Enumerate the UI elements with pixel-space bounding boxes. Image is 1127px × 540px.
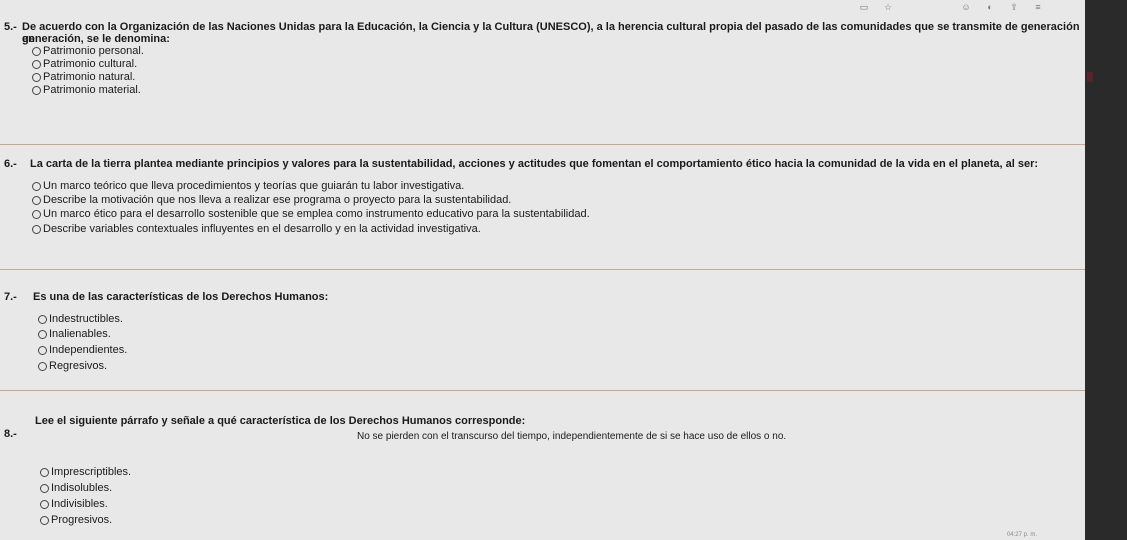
- option[interactable]: Indivisibles.: [40, 498, 108, 511]
- share-icon[interactable]: ⇧: [1009, 2, 1019, 13]
- star-icon[interactable]: ☆: [883, 2, 893, 13]
- option[interactable]: Un marco teórico que lleva procedimiento…: [32, 180, 464, 193]
- option-label: Indestructibles.: [49, 313, 123, 325]
- radio-icon[interactable]: [32, 196, 41, 205]
- radio-icon[interactable]: [40, 468, 49, 477]
- radio-icon[interactable]: [32, 86, 41, 95]
- radio-icon[interactable]: [32, 47, 41, 56]
- option[interactable]: Progresivos.: [40, 514, 112, 527]
- menu-icon[interactable]: ≡: [1033, 2, 1043, 12]
- clock: 04:27 p. m.: [1006, 532, 1037, 538]
- browser-toolbar: ▭ ☆ ☺ ◐ ⇧ ≡: [859, 0, 1043, 14]
- option[interactable]: Describe la motivación que nos lleva a r…: [32, 194, 511, 207]
- question-text: De acuerdo con la Organización de las Na…: [22, 21, 1080, 45]
- question-text-cont: generación, se le denomina:: [22, 33, 170, 45]
- option[interactable]: Un marco ético para el desarrollo sosten…: [32, 208, 590, 221]
- option-label: Regresivos.: [49, 360, 108, 372]
- radio-icon[interactable]: [40, 484, 49, 493]
- option-label: Independientes.: [49, 344, 128, 356]
- option[interactable]: Imprescriptibles.: [40, 466, 131, 479]
- radio-icon[interactable]: [38, 330, 47, 339]
- quiz-page: ▭ ☆ ☺ ◐ ⇧ ≡ 5.- De acuerdo con la Organi…: [0, 0, 1085, 540]
- option-label: Describe la motivación que nos lleva a r…: [43, 194, 512, 206]
- option[interactable]: Inalienables.: [38, 328, 111, 341]
- question-number: 7.-: [4, 291, 17, 303]
- tab-icon[interactable]: ▭: [859, 2, 869, 13]
- radio-icon[interactable]: [32, 182, 41, 191]
- radio-icon[interactable]: [40, 500, 49, 509]
- option[interactable]: Patrimonio cultural.: [32, 58, 137, 71]
- option-label: Inalienables.: [49, 328, 111, 340]
- question-number: 8.-: [4, 428, 17, 440]
- radio-icon[interactable]: [32, 210, 41, 219]
- radio-icon[interactable]: [38, 362, 47, 371]
- radio-icon[interactable]: [32, 73, 41, 82]
- option-label: Patrimonio natural.: [43, 71, 136, 83]
- option-label: Patrimonio material.: [43, 84, 141, 96]
- option-label: Describe variables contextuales influyen…: [43, 223, 481, 235]
- divider: [0, 390, 1085, 391]
- option[interactable]: Patrimonio material.: [32, 84, 141, 97]
- extension-icon[interactable]: ◐: [985, 2, 995, 12]
- option[interactable]: Indisolubles.: [40, 482, 112, 495]
- scrollbar-marker[interactable]: [1087, 72, 1093, 82]
- question-number: 6.-: [4, 158, 17, 170]
- option[interactable]: Regresivos.: [38, 360, 107, 373]
- option[interactable]: Indestructibles.: [38, 313, 123, 326]
- option-label: Indisolubles.: [51, 482, 113, 494]
- option[interactable]: Describe variables contextuales influyen…: [32, 223, 481, 236]
- question-text: La carta de la tierra plantea mediante p…: [30, 158, 1039, 170]
- quote-text: No se pierden con el transcurso del tiem…: [357, 431, 787, 442]
- option[interactable]: Patrimonio natural.: [32, 71, 135, 84]
- radio-icon[interactable]: [38, 346, 47, 355]
- question-number: 5.-: [4, 21, 17, 33]
- option[interactable]: Independientes.: [38, 344, 127, 357]
- option-label: Patrimonio cultural.: [43, 58, 138, 70]
- question-text: Lee el siguiente párrafo y señale a qué …: [35, 415, 526, 427]
- profile-icon[interactable]: ☺: [961, 2, 971, 12]
- option[interactable]: Patrimonio personal.: [32, 45, 144, 58]
- radio-icon[interactable]: [40, 516, 49, 525]
- divider: [0, 269, 1085, 270]
- option-label: Un marco ético para el desarrollo sosten…: [43, 208, 590, 220]
- radio-icon[interactable]: [32, 225, 41, 234]
- option-label: Indivisibles.: [51, 498, 108, 510]
- option-label: Patrimonio personal.: [43, 45, 144, 57]
- radio-icon[interactable]: [32, 60, 41, 69]
- divider: [0, 144, 1085, 145]
- radio-icon[interactable]: [38, 315, 47, 324]
- option-label: Progresivos.: [51, 514, 113, 526]
- option-label: Imprescriptibles.: [51, 466, 132, 478]
- option-label: Un marco teórico que lleva procedimiento…: [43, 180, 465, 192]
- question-text: Es una de las características de los Der…: [33, 291, 329, 303]
